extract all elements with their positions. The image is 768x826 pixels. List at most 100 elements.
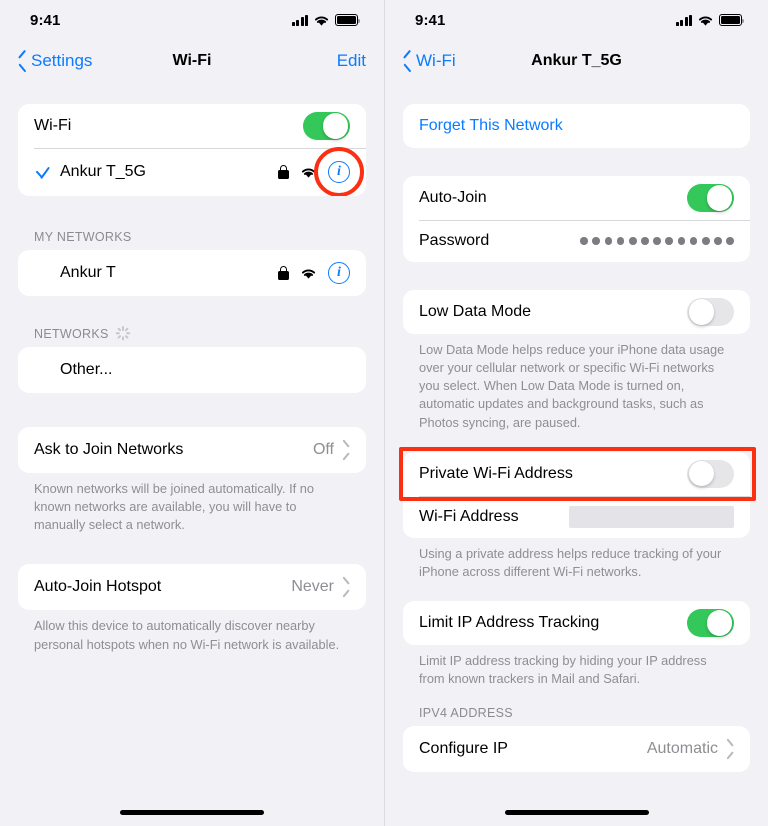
status-bar: 9:41 — [385, 0, 768, 40]
status-bar: 9:41 — [0, 0, 384, 40]
limit-ip-tracking-label: Limit IP Address Tracking — [419, 614, 600, 632]
configure-ip-row[interactable]: Configure IP Automatic — [403, 726, 750, 772]
home-indicator — [504, 809, 649, 815]
networks-group: Other... — [18, 347, 366, 393]
ask-to-join-group: Ask to Join Networks Off — [18, 427, 366, 473]
network-row-ankur-t[interactable]: Ankur T i — [18, 250, 366, 296]
network-row-other[interactable]: Other... — [18, 347, 366, 393]
forget-network-label: Forget This Network — [419, 117, 563, 134]
checkmark-icon — [34, 163, 52, 181]
left-content: Wi-Fi Ankur T_5G i MY NETWORKS Ankur T i… — [0, 82, 384, 654]
wifi-toggle-row[interactable]: Wi-Fi — [18, 104, 366, 148]
ipv4-group: Configure IP Automatic — [403, 726, 750, 773]
auto-join-hotspot-footnote: Allow this device to automatically disco… — [34, 618, 340, 652]
wifi-group: Wi-Fi Ankur T_5G i — [18, 104, 366, 196]
low-data-mode-row[interactable]: Low Data Mode — [403, 290, 750, 334]
wifi-icon — [698, 15, 713, 26]
chevron-right-icon — [342, 444, 350, 457]
password-label: Password — [419, 232, 490, 249]
back-button-label: Settings — [31, 51, 93, 70]
low-data-mode-toggle[interactable] — [687, 297, 734, 327]
back-to-settings-button[interactable]: Settings — [18, 51, 92, 71]
auto-join-hotspot-row[interactable]: Auto-Join Hotspot Never — [18, 564, 366, 610]
ask-to-join-row[interactable]: Ask to Join Networks Off — [18, 427, 366, 473]
limit-ip-tracking-toggle[interactable] — [687, 608, 734, 638]
auto-join-row[interactable]: Auto-Join — [403, 176, 750, 220]
private-address-footnote: Using a private address helps reduce tra… — [419, 545, 722, 579]
battery-icon — [719, 14, 745, 26]
toggle-knob — [707, 185, 733, 211]
network-detail-screen: 9:41 Wi-Fi Ankur T_5G Forget This Networ… — [384, 0, 768, 826]
wifi-address-row: Wi-Fi Address — [403, 495, 750, 538]
forget-network-row[interactable]: Forget This Network — [403, 104, 750, 148]
configure-ip-label: Configure IP — [419, 740, 508, 758]
edit-button[interactable]: Edit — [337, 51, 366, 71]
private-address-group: Private Wi-Fi Address Wi-Fi Address — [403, 451, 750, 538]
navigation-bar: Settings Wi-Fi Edit — [0, 40, 384, 82]
navigation-bar: Wi-Fi Ankur T_5G — [385, 40, 768, 82]
password-masked-value — [580, 237, 734, 245]
my-networks-group: Ankur T i — [18, 250, 366, 296]
connected-network-row[interactable]: Ankur T_5G i — [18, 148, 366, 196]
toggle-knob — [323, 113, 349, 139]
auto-join-toggle[interactable] — [687, 183, 734, 213]
configure-ip-value: Automatic — [646, 740, 718, 758]
wifi-address-redacted-value — [569, 505, 734, 528]
ask-to-join-label: Ask to Join Networks — [34, 441, 184, 458]
chevron-right-icon — [726, 743, 734, 756]
forget-network-group: Forget This Network — [403, 104, 750, 148]
network-info-highlight: i — [328, 161, 350, 183]
my-networks-header-label: MY NETWORKS — [34, 230, 132, 244]
back-button-label: Wi-Fi — [416, 51, 456, 70]
status-indicators — [291, 14, 361, 27]
auto-join-hotspot-label: Auto-Join Hotspot — [34, 578, 162, 596]
wifi-signal-icon — [301, 268, 316, 279]
info-icon[interactable]: i — [328, 262, 350, 284]
home-indicator — [120, 809, 264, 815]
network-label: Ankur T — [60, 264, 116, 281]
private-wifi-address-row[interactable]: Private Wi-Fi Address — [403, 452, 750, 496]
limit-ip-footnote: Limit IP address tracking by hiding your… — [419, 653, 707, 687]
password-row[interactable]: Password — [403, 220, 750, 262]
private-wifi-address-label: Private Wi-Fi Address — [419, 464, 573, 482]
auto-join-label: Auto-Join — [419, 189, 487, 206]
wifi-toggle[interactable] — [303, 111, 350, 141]
chevron-right-icon — [342, 581, 350, 594]
other-network-label: Other... — [60, 361, 113, 378]
my-networks-header: MY NETWORKS — [18, 230, 366, 250]
wifi-icon — [314, 15, 329, 26]
status-time: 9:41 — [415, 11, 446, 29]
network-row-icons: i — [278, 262, 350, 284]
battery-icon — [335, 14, 361, 26]
status-indicators — [675, 14, 745, 27]
private-wifi-address-toggle[interactable] — [687, 459, 734, 489]
info-icon[interactable]: i — [328, 161, 350, 183]
toggle-knob — [688, 299, 714, 325]
ask-to-join-footnote: Known networks will be joined automatica… — [34, 481, 315, 533]
right-content: Forget This Network Auto-Join Password L… — [385, 82, 768, 773]
networks-header: NETWORKS — [18, 326, 366, 347]
loading-spinner-icon — [116, 326, 131, 341]
lock-icon — [278, 165, 289, 179]
ask-to-join-value: Off — [312, 441, 334, 458]
join-password-group: Auto-Join Password — [403, 176, 750, 262]
status-time: 9:41 — [30, 11, 61, 29]
wifi-address-label: Wi-Fi Address — [419, 507, 519, 525]
cellular-signal-icon — [291, 14, 308, 26]
low-data-mode-footnote: Low Data Mode helps reduce your iPhone d… — [419, 342, 725, 430]
toggle-knob — [707, 610, 733, 636]
wifi-settings-screen: 9:41 Settings Wi-Fi Edit Wi-Fi Ankur T_5… — [0, 0, 384, 826]
limit-ip-group: Limit IP Address Tracking — [403, 601, 750, 646]
ipv4-address-header: IPV4 ADDRESS — [403, 706, 750, 726]
ipv4-address-header-label: IPV4 ADDRESS — [419, 706, 513, 721]
back-to-wifi-button[interactable]: Wi-Fi — [403, 51, 456, 71]
networks-header-label: NETWORKS — [34, 326, 109, 341]
auto-join-hotspot-value: Never — [291, 578, 334, 596]
connected-network-label: Ankur T_5G — [60, 163, 146, 180]
toggle-knob — [688, 461, 714, 487]
chevron-left-icon — [403, 53, 412, 69]
wifi-toggle-label: Wi-Fi — [34, 117, 72, 134]
lock-icon — [278, 266, 289, 280]
limit-ip-tracking-row[interactable]: Limit IP Address Tracking — [403, 601, 750, 645]
auto-join-hotspot-group: Auto-Join Hotspot Never — [18, 564, 366, 611]
